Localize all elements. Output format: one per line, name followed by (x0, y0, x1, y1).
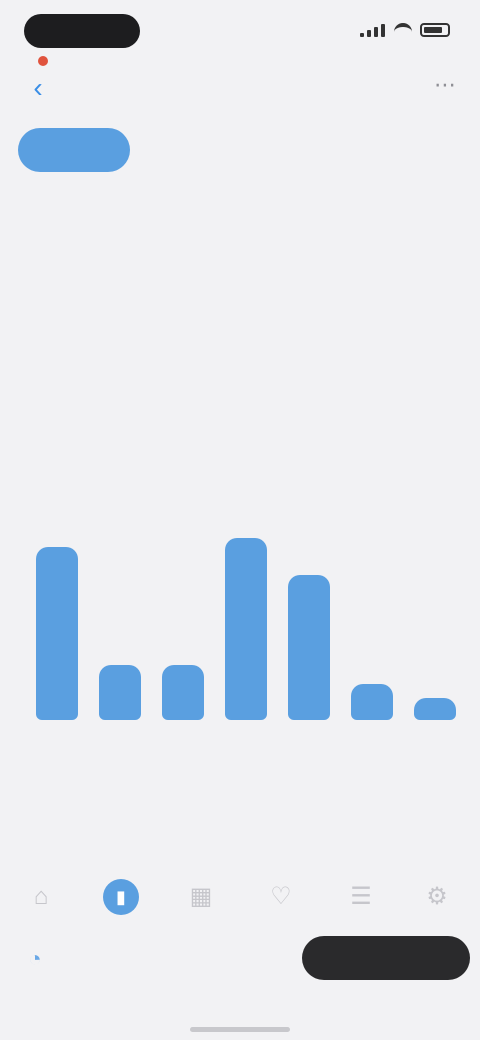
period-segmented-control (18, 128, 462, 172)
chart-bar[interactable] (162, 665, 205, 720)
chart-bar[interactable] (413, 698, 456, 720)
signal-icon (360, 23, 386, 37)
notification-dot (38, 56, 48, 66)
status-time (24, 14, 140, 48)
bottom-bar: ◔ (0, 930, 480, 990)
status-icons (360, 20, 450, 40)
chart-bar[interactable] (225, 538, 267, 720)
segment-4[interactable] (362, 128, 452, 172)
settings-icon: ⚙ (426, 883, 448, 910)
tab-bar: ⌂ ▮ ▦ ♡ ☰ ⚙ (0, 860, 480, 930)
bar-chart (30, 520, 470, 720)
more-icon[interactable]: ⋯ (434, 72, 456, 98)
stat-right (262, 208, 442, 222)
bottom-action-button[interactable] (302, 936, 470, 980)
home-indicator (190, 1027, 290, 1032)
back-icon[interactable]: ‹ (18, 68, 58, 108)
segment-3[interactable] (254, 128, 344, 172)
tab-heart[interactable]: ♡ (256, 872, 306, 922)
top-nav: ‹ ⋯ (0, 62, 480, 112)
list-icon: ☰ (350, 883, 372, 910)
segment-1[interactable] (18, 128, 130, 172)
home-icon: ⌂ (33, 883, 49, 910)
chart-bar[interactable] (99, 665, 142, 720)
stat-left (40, 208, 220, 222)
battery-icon (420, 23, 450, 37)
chart-bar[interactable] (36, 547, 79, 720)
calendar-icon: ▦ (189, 883, 213, 910)
tab-chart[interactable]: ▮ (96, 872, 146, 922)
tab-calendar[interactable]: ▦ (176, 872, 226, 922)
chart-bar[interactable] (350, 684, 393, 720)
wifi-icon (394, 23, 412, 37)
chart-bar[interactable] (287, 575, 330, 720)
info-icon[interactable]: ◔ (20, 944, 50, 974)
chart-icon: ▮ (103, 879, 139, 915)
segment-2[interactable] (148, 128, 238, 172)
tab-list[interactable]: ☰ (336, 872, 386, 922)
tab-home[interactable]: ⌂ (16, 872, 66, 922)
heart-icon: ♡ (270, 883, 292, 910)
tab-settings[interactable]: ⚙ (412, 872, 462, 922)
status-bar (0, 0, 480, 60)
